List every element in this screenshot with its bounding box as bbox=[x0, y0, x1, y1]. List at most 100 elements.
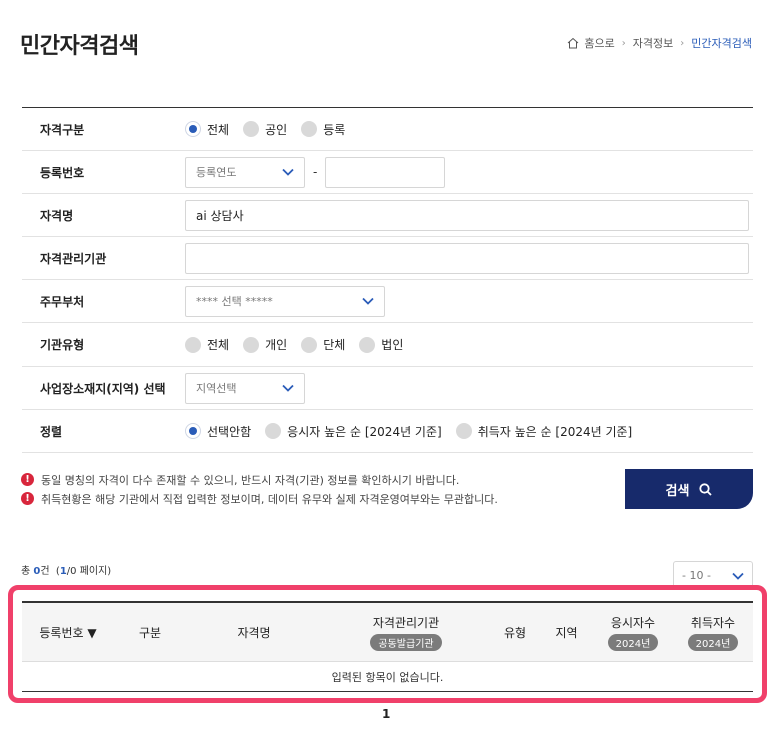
radio-label: 단체 bbox=[323, 338, 346, 352]
notice-text: 취득현황은 해당 기관에서 직접 입력한 정보이며, 데이터 유무와 실제 자격… bbox=[41, 492, 498, 506]
breadcrumb: 홈으로 › 자격정보 › 민간자격검색 bbox=[567, 35, 752, 51]
row-sort: 정렬 선택안함 응시자 높은 순 [2024년 기준] 취득자 높은 순 [20… bbox=[22, 410, 753, 453]
radio-unchecked-icon bbox=[301, 336, 318, 353]
ministry-label: 주무부처 bbox=[40, 294, 85, 309]
radio-type-all[interactable]: 전체 bbox=[185, 121, 229, 138]
radio-unchecked-icon bbox=[243, 121, 260, 137]
reg-no-label: 등록번호 bbox=[40, 165, 85, 180]
name-label: 자격명 bbox=[40, 208, 74, 223]
col-applicants: 응시자수 2024년 bbox=[593, 614, 673, 651]
results-table: 등록번호 ▼ 구분 자격명 자격관리기관 공동발급기관 유형 지역 응시자수 2… bbox=[22, 601, 753, 692]
header-text: 자격명 bbox=[237, 625, 271, 640]
search-icon bbox=[699, 482, 713, 496]
col-agency: 자격관리기관 공동발급기관 bbox=[322, 614, 490, 651]
reg-number-input[interactable] bbox=[325, 156, 446, 188]
col-acquirers: 취득자수 2024년 bbox=[673, 614, 753, 651]
breadcrumb-separator-icon: › bbox=[680, 37, 685, 49]
count-prefix: 총 bbox=[21, 566, 34, 577]
radio-label: 응시자 높은 순 [2024년 기준] bbox=[287, 424, 442, 439]
search-form: 자격구분 전체 공인 등록 등록번호 등록연도 - 자격명 ai 상담사 자격관… bbox=[22, 107, 753, 453]
radio-sort-none[interactable]: 선택안함 bbox=[185, 423, 251, 440]
radio-unchecked-icon bbox=[301, 121, 318, 137]
header-text: 유형 bbox=[503, 625, 527, 640]
pagination-current-page[interactable]: 1 bbox=[382, 707, 390, 721]
row-type: 자격구분 전체 공인 등록 bbox=[22, 108, 753, 151]
radio-org-individual[interactable]: 개인 bbox=[243, 336, 287, 353]
col-name: 자격명 bbox=[186, 624, 322, 641]
reg-year-value: 등록연도 bbox=[196, 166, 237, 179]
result-count: 총 0건 (1/0 페이지) bbox=[21, 562, 111, 577]
region-value: 지역선택 bbox=[196, 382, 237, 395]
radio-checked-icon bbox=[185, 121, 201, 137]
radio-org-all[interactable]: 전체 bbox=[185, 336, 229, 353]
table-header: 등록번호 ▼ 구분 자격명 자격관리기관 공동발급기관 유형 지역 응시자수 2… bbox=[22, 603, 753, 662]
breadcrumb-home[interactable]: 홈으로 bbox=[584, 35, 614, 51]
col-region: 지역 bbox=[540, 624, 593, 641]
row-agency: 자격관리기관 bbox=[22, 237, 753, 280]
sort-label: 정렬 bbox=[40, 424, 63, 439]
agency-input[interactable] bbox=[185, 242, 749, 274]
row-reg-no: 등록번호 등록연도 - bbox=[22, 151, 753, 194]
col-type: 구분 bbox=[114, 624, 186, 641]
notice-item: ! 동일 명칭의 자격이 다수 존재할 수 있으니, 반드시 자격(기관) 정보… bbox=[21, 470, 498, 489]
header-badge: 2024년 bbox=[607, 633, 659, 651]
header-text: 등록번호 ▼ bbox=[39, 625, 97, 640]
region-select[interactable]: 지역선택 bbox=[185, 372, 305, 404]
radio-org-group[interactable]: 단체 bbox=[301, 336, 345, 353]
page-number: 1 bbox=[59, 566, 67, 577]
name-input[interactable]: ai 상담사 bbox=[185, 199, 749, 231]
radio-label: 등록 bbox=[323, 122, 346, 137]
breadcrumb-separator-icon: › bbox=[621, 37, 626, 49]
col-reg-no[interactable]: 등록번호 ▼ bbox=[22, 624, 114, 641]
page-rest: /0 페이지) bbox=[66, 566, 112, 577]
reg-no-dash: - bbox=[313, 165, 318, 179]
org-type-label: 기관유형 bbox=[40, 338, 85, 352]
header-text: 응시자수 bbox=[610, 615, 656, 630]
home-icon[interactable] bbox=[567, 37, 579, 49]
radio-type-official[interactable]: 공인 bbox=[243, 121, 287, 138]
radio-unchecked-icon bbox=[265, 423, 282, 439]
radio-label: 취득자 높은 순 [2024년 기준] bbox=[477, 424, 633, 439]
alert-icon: ! bbox=[21, 492, 34, 505]
radio-unchecked-icon bbox=[359, 336, 376, 353]
count-suffix: 건 bbox=[40, 566, 50, 577]
header-text: 자격관리기관 bbox=[372, 615, 440, 630]
search-button-label: 검색 bbox=[665, 483, 690, 499]
chevron-down-icon bbox=[282, 168, 294, 176]
chevron-down-icon bbox=[362, 297, 374, 305]
ministry-select[interactable]: **** 선택 ***** bbox=[185, 285, 385, 317]
chevron-down-icon bbox=[282, 384, 294, 392]
header-badge: 2024년 bbox=[687, 633, 739, 651]
radio-type-registered[interactable]: 등록 bbox=[301, 121, 345, 138]
radio-sort-acquirers[interactable]: 취득자 높은 순 [2024년 기준] bbox=[455, 423, 633, 440]
radio-org-corporation[interactable]: 법인 bbox=[359, 336, 403, 353]
header-text: 지역 bbox=[555, 625, 578, 640]
region-label: 사업장소재지(지역) 선택 bbox=[40, 381, 166, 396]
breadcrumb-level1[interactable]: 자격정보 bbox=[633, 35, 673, 51]
notice-list: ! 동일 명칭의 자격이 다수 존재할 수 있으니, 반드시 자격(기관) 정보… bbox=[21, 470, 498, 508]
radio-unchecked-icon bbox=[455, 423, 472, 439]
row-region: 사업장소재지(지역) 선택 지역선택 bbox=[22, 367, 753, 410]
chevron-down-icon bbox=[732, 572, 744, 580]
empty-row: 입력된 항목이 없습니다. bbox=[22, 662, 753, 692]
row-org-type: 기관유형 전체 개인 단체 법인 bbox=[22, 323, 753, 367]
header-text: 취득자수 bbox=[690, 615, 736, 630]
agency-label: 자격관리기관 bbox=[40, 251, 107, 266]
ministry-value: **** 선택 ***** bbox=[196, 295, 273, 308]
notice-item: ! 취득현황은 해당 기관에서 직접 입력한 정보이며, 데이터 유무와 실제 … bbox=[21, 489, 498, 508]
row-name: 자격명 ai 상담사 bbox=[22, 194, 753, 237]
radio-checked-icon bbox=[185, 423, 201, 439]
type-label: 자격구분 bbox=[40, 122, 85, 137]
col-org-type: 유형 bbox=[490, 624, 540, 641]
search-button[interactable]: 검색 bbox=[625, 469, 753, 509]
header-badge: 공동발급기관 bbox=[370, 633, 442, 651]
reg-year-select[interactable]: 등록연도 bbox=[185, 156, 305, 188]
row-ministry: 주무부처 **** 선택 ***** bbox=[22, 280, 753, 323]
radio-label: 전체 bbox=[207, 122, 230, 137]
radio-label: 개인 bbox=[265, 338, 288, 352]
header-text: 구분 bbox=[138, 625, 162, 640]
alert-icon: ! bbox=[21, 473, 34, 486]
page-size-value: - 10 - bbox=[682, 569, 711, 582]
radio-sort-applicants[interactable]: 응시자 높은 순 [2024년 기준] bbox=[265, 423, 442, 440]
breadcrumb-current: 민간자격검색 bbox=[691, 37, 752, 50]
